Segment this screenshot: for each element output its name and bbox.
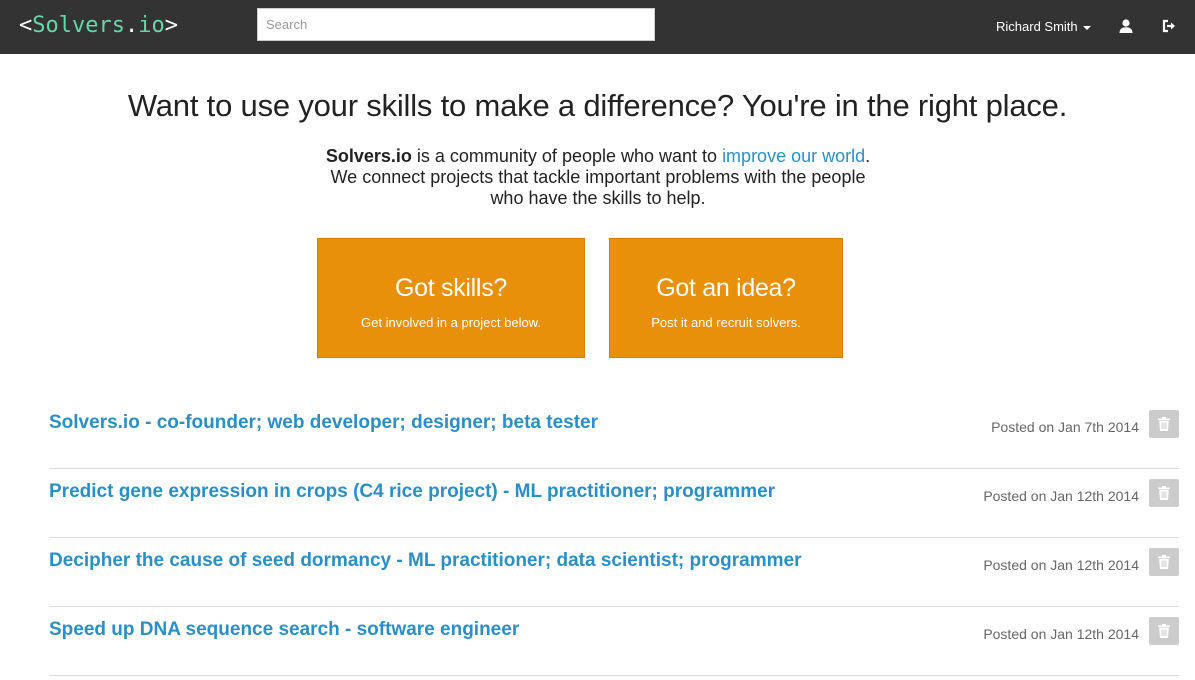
got-an-idea-title: Got an idea?	[656, 274, 796, 302]
project-posted-date: Posted on Jan 12th 2014	[983, 557, 1139, 573]
project-title-link[interactable]: Speed up DNA sequence search - software …	[49, 619, 519, 641]
project-row: Solvers.io - co-founder; web developer; …	[49, 400, 1179, 469]
project-posted-date: Posted on Jan 12th 2014	[983, 488, 1139, 504]
navbar: <Solvers.io> Richard Smith	[0, 0, 1195, 54]
hero-text-part1: is a community of people who want to	[411, 146, 723, 166]
got-skills-button[interactable]: Got skills? Get involved in a project be…	[317, 238, 585, 358]
got-an-idea-button[interactable]: Got an idea? Post it and recruit solvers…	[609, 238, 843, 358]
trash-icon	[1158, 486, 1170, 500]
search-input[interactable]	[257, 8, 655, 41]
trash-icon	[1158, 624, 1170, 638]
got-skills-subtitle: Get involved in a project below.	[361, 315, 541, 330]
got-an-idea-subtitle: Post it and recruit solvers.	[651, 315, 801, 330]
row-divider	[49, 675, 1179, 676]
hero-title: Want to use your skills to make a differ…	[127, 88, 1068, 123]
brand-dot: .	[124, 13, 139, 38]
project-title-link[interactable]: Solvers.io - co-founder; web developer; …	[49, 412, 598, 434]
improve-our-world-link[interactable]: improve our world	[722, 146, 865, 166]
delete-project-button[interactable]	[1149, 410, 1179, 438]
project-posted-date: Posted on Jan 12th 2014	[983, 626, 1139, 642]
project-title-link[interactable]: Predict gene expression in crops (C4 ric…	[49, 481, 775, 503]
brand-logo[interactable]: <Solvers.io>	[19, 12, 178, 40]
brand-name: Solvers	[32, 13, 125, 38]
user-icon[interactable]	[1118, 18, 1134, 34]
logout-icon[interactable]	[1161, 18, 1177, 34]
delete-project-button[interactable]	[1149, 617, 1179, 645]
project-row: Predict gene expression in crops (C4 ric…	[49, 469, 1179, 538]
project-title-link[interactable]: Decipher the cause of seed dormancy - ML…	[49, 550, 801, 572]
user-menu-dropdown[interactable]: Richard Smith	[996, 19, 1091, 35]
project-row: Decipher the cause of seed dormancy - ML…	[49, 538, 1179, 607]
delete-project-button[interactable]	[1149, 479, 1179, 507]
brand-bracket-open: <	[19, 13, 33, 38]
got-skills-title: Got skills?	[394, 274, 507, 302]
project-row: Speed up DNA sequence search - software …	[49, 607, 1179, 676]
trash-icon	[1158, 417, 1170, 431]
hero-description: Solvers.io is a community of people who …	[322, 146, 874, 209]
brand-tld: io	[138, 13, 165, 38]
user-name: Richard Smith	[996, 19, 1078, 34]
caret-down-icon	[1082, 25, 1091, 30]
brand-bracket-close: >	[164, 13, 178, 38]
project-posted-date: Posted on Jan 7th 2014	[991, 419, 1139, 435]
delete-project-button[interactable]	[1149, 548, 1179, 576]
trash-icon	[1158, 555, 1170, 569]
hero-brand-name: Solvers.io	[325, 146, 412, 166]
